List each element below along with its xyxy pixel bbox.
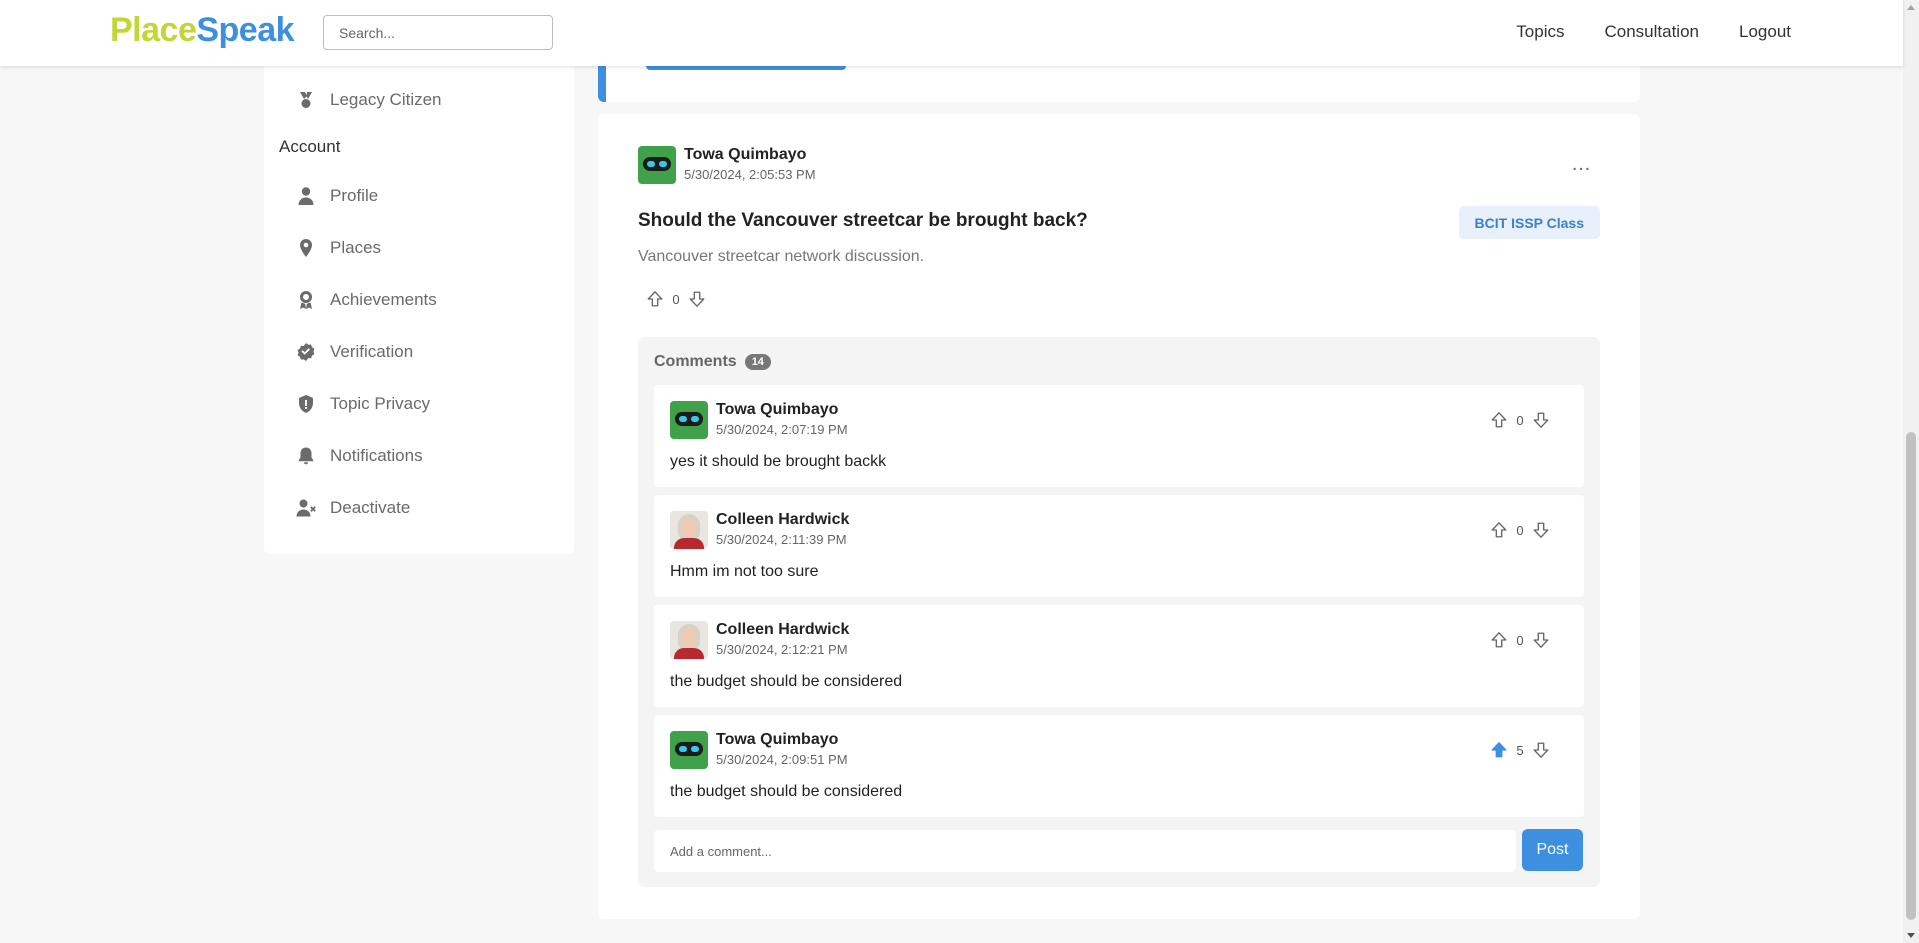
previous-post-card [598, 66, 1640, 102]
comment-vote-count: 0 [1516, 522, 1524, 538]
comment-author-name[interactable]: Colleen Hardwick [716, 511, 849, 529]
sidebar-item-topic-privacy[interactable]: Topic Privacy [296, 389, 430, 419]
comment-vote-count: 0 [1516, 412, 1524, 428]
comment-vote-count: 0 [1516, 632, 1524, 648]
person-icon [298, 187, 314, 205]
post-vote-count: 0 [672, 291, 680, 307]
comment-vote-controls: 0 [1490, 521, 1550, 539]
sidebar-item-label: Legacy Citizen [330, 90, 442, 109]
sidebar-item-deactivate[interactable]: Deactivate [296, 493, 410, 523]
comment-text: yes it should be brought backk [670, 453, 887, 470]
sidebar-item-label: Notifications [330, 446, 423, 465]
search-input[interactable] [323, 15, 553, 50]
comments-header: Comments 14 [654, 353, 771, 371]
downvote-arrow-icon[interactable] [1532, 411, 1550, 429]
more-options-icon[interactable]: … [1571, 154, 1592, 174]
nav-topics-link[interactable]: Topics [1516, 22, 1564, 42]
post-tag-badge[interactable]: BCIT ISSP Class [1458, 206, 1600, 239]
comment-text: Hmm im not too sure [670, 563, 819, 580]
comments-count-badge: 14 [744, 354, 771, 370]
downvote-arrow-icon[interactable] [1532, 631, 1550, 649]
post-card: Towa Quimbayo 5/30/2024, 2:05:53 PM … Sh… [598, 114, 1640, 919]
upvote-arrow-icon[interactable] [1490, 521, 1508, 539]
bell-icon [298, 447, 314, 465]
avatar[interactable] [670, 401, 708, 439]
post-comment-button[interactable]: Post [1522, 829, 1583, 871]
account-heading: Account [279, 137, 341, 156]
comment-vote-count: 5 [1516, 742, 1524, 758]
comment-item: Colleen Hardwick 5/30/2024, 2:11:39 PM 0… [654, 495, 1584, 597]
top-navbar: PlaceSpeak Topics Consultation Logout [0, 0, 1903, 66]
add-comment-input[interactable] [654, 830, 1516, 872]
downvote-arrow-icon[interactable] [1532, 521, 1550, 539]
avatar[interactable] [670, 621, 708, 659]
comment-text: the budget should be considered [670, 783, 903, 800]
sidebar-item-label: Verification [330, 342, 414, 361]
post-description: Vancouver streetcar network discussion. [638, 248, 925, 265]
sidebar-item-label: Profile [330, 186, 379, 205]
avatar[interactable] [670, 731, 708, 769]
comment-date: 5/30/2024, 2:12:21 PM [716, 642, 848, 657]
comment-date: 5/30/2024, 2:09:51 PM [716, 752, 848, 767]
scrollbar-thumb[interactable] [1906, 432, 1916, 920]
comment-vote-controls: 0 [1490, 631, 1550, 649]
post-author-name[interactable]: Towa Quimbayo [684, 146, 816, 164]
map-pin-icon [300, 239, 312, 257]
comment-item: Towa Quimbayo 5/30/2024, 2:09:51 PM 5 th… [654, 715, 1584, 817]
comment-vote-controls: 0 [1490, 411, 1550, 429]
verified-badge-icon [297, 343, 315, 361]
comment-text: the budget should be considered [670, 673, 903, 690]
avatar[interactable] [670, 511, 708, 549]
comment-author-name[interactable]: Colleen Hardwick [716, 621, 849, 639]
page-scrollbar[interactable] [1903, 0, 1919, 943]
scroll-up-arrow-icon[interactable] [1907, 5, 1915, 10]
logo-part-speak: Speak [196, 11, 295, 49]
comment-item: Towa Quimbayo 5/30/2024, 2:07:19 PM 0 ye… [654, 385, 1584, 487]
nav-consultation-link[interactable]: Consultation [1604, 22, 1699, 42]
post-author-block: Towa Quimbayo 5/30/2024, 2:05:53 PM [638, 146, 816, 184]
downvote-arrow-icon[interactable] [1532, 741, 1550, 759]
comment-vote-controls: 5 [1490, 741, 1550, 759]
downvote-arrow-icon[interactable] [688, 290, 706, 308]
previous-post-button-edge[interactable] [646, 66, 846, 70]
logo-part-place: Place [110, 11, 197, 49]
upvote-arrow-filled-icon[interactable] [1490, 741, 1508, 759]
nav-links: Topics Consultation Logout [1516, 22, 1791, 42]
legacy-badge-icon [300, 92, 312, 108]
scroll-down-arrow-icon[interactable] [1907, 933, 1915, 938]
sidebar-item-legacy-citizen[interactable]: Legacy Citizen [296, 85, 442, 115]
sidebar-item-label: Places [330, 238, 382, 257]
comments-section: Comments 14 Towa Quimbayo 5/30/2024, 2:0… [638, 337, 1600, 887]
sidebar-item-verification[interactable]: Verification [296, 337, 413, 367]
upvote-arrow-icon[interactable] [1490, 631, 1508, 649]
placespeak-logo[interactable]: PlaceSpeak [110, 11, 295, 50]
sidebar-item-label: Deactivate [330, 498, 411, 517]
comment-date: 5/30/2024, 2:07:19 PM [716, 422, 848, 437]
post-title: Should the Vancouver streetcar be brough… [638, 210, 1088, 231]
sidebar-item-label: Achievements [330, 290, 437, 309]
comment-author-name[interactable]: Towa Quimbayo [716, 401, 848, 419]
upvote-arrow-icon[interactable] [646, 290, 664, 308]
comment-author-name[interactable]: Towa Quimbayo [716, 731, 848, 749]
shield-icon [299, 395, 313, 413]
sidebar-item-places[interactable]: Places [296, 233, 381, 263]
avatar[interactable] [638, 146, 676, 184]
post-date: 5/30/2024, 2:05:53 PM [684, 167, 816, 182]
upvote-arrow-icon[interactable] [1490, 411, 1508, 429]
comments-label: Comments [654, 353, 737, 370]
sidebar-item-notifications[interactable]: Notifications [296, 441, 423, 471]
account-sidebar: Legacy Citizen Account Profile Places Ac… [264, 66, 574, 554]
nav-logout-link[interactable]: Logout [1739, 22, 1791, 42]
comment-item: Colleen Hardwick 5/30/2024, 2:12:21 PM 0… [654, 605, 1584, 707]
sidebar-item-label: Topic Privacy [330, 394, 431, 413]
sidebar-item-achievements[interactable]: Achievements [296, 285, 437, 315]
award-icon [300, 291, 312, 309]
user-remove-icon [296, 499, 316, 517]
comment-date: 5/30/2024, 2:11:39 PM [716, 532, 847, 547]
post-vote-controls: 0 [646, 290, 706, 308]
sidebar-item-profile[interactable]: Profile [296, 181, 378, 211]
